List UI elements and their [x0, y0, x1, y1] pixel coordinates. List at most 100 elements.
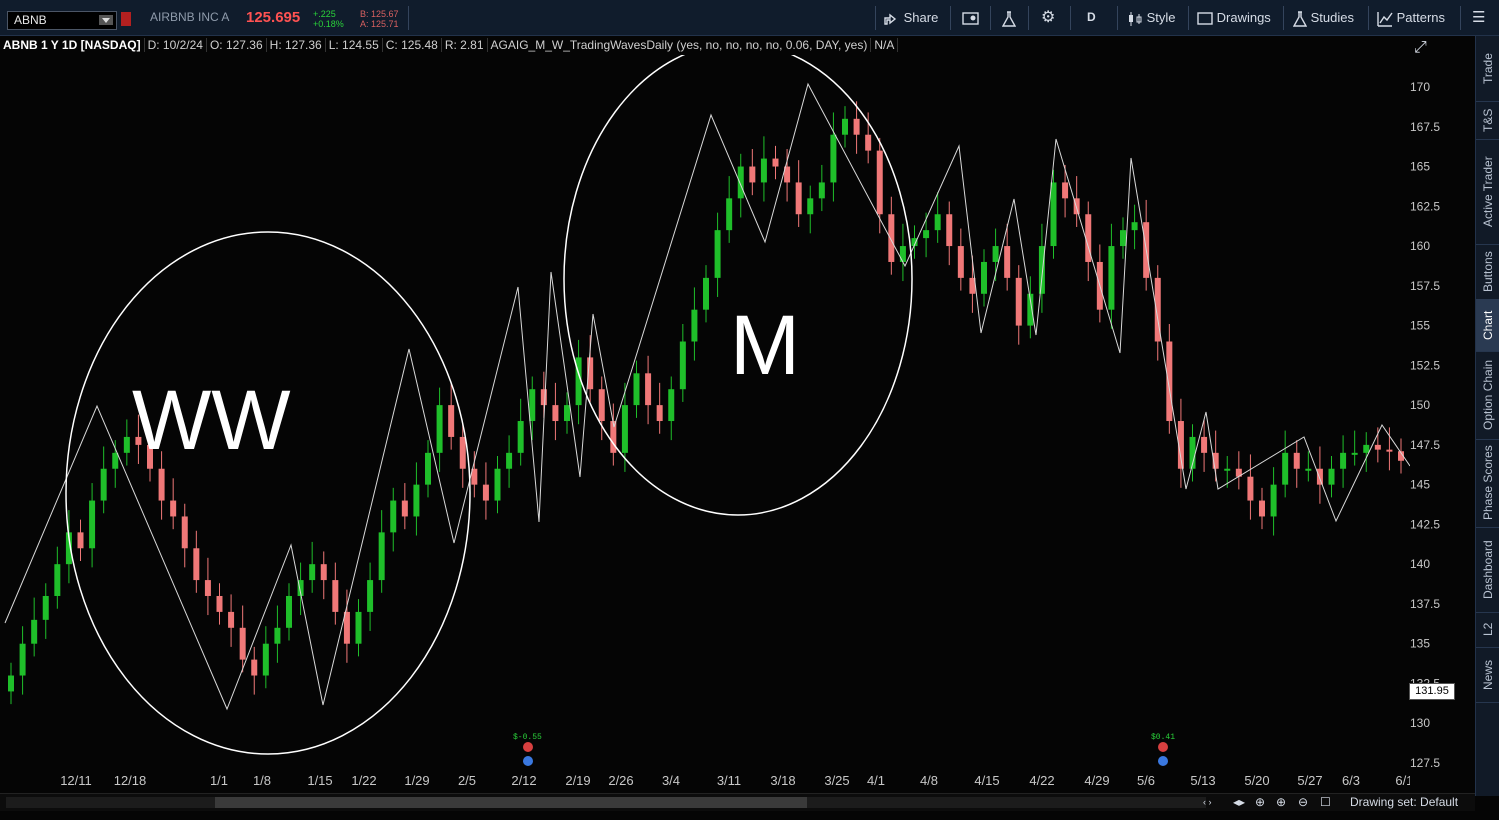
dividend-marker[interactable]: $-0.55 — [513, 733, 542, 766]
aggregation-selector[interactable]: D — [1087, 0, 1096, 35]
candle-body — [517, 421, 524, 453]
gear-icon[interactable]: ⚙ — [1041, 0, 1055, 35]
x-tick-label: 5/6 — [1137, 773, 1155, 788]
patterns-menu[interactable]: Patterns — [1377, 0, 1445, 35]
candle-body — [42, 595, 49, 620]
studies-menu[interactable]: Studies — [1292, 0, 1354, 35]
chevron-down-icon[interactable] — [99, 15, 113, 25]
candle-body — [703, 277, 709, 310]
ask-price: A: 125.71 — [360, 19, 399, 29]
zoom-in-icon[interactable]: ⊕ — [1276, 794, 1286, 811]
candle-body — [552, 405, 559, 422]
chart-settings-icon[interactable]: ⤢ — [1414, 38, 1427, 58]
drawings-menu[interactable]: Drawings — [1197, 0, 1271, 35]
drawings-label: Drawings — [1216, 10, 1271, 25]
chart-title: ABNB 1 Y 1D [NASDAQ] — [0, 38, 145, 52]
sidebar-tab-dashboard[interactable]: Dashboard — [1476, 527, 1499, 613]
link-color-icon[interactable] — [121, 12, 131, 26]
y-tick-label: 162.5 — [1410, 199, 1440, 213]
scrollbar-thumb[interactable] — [215, 797, 807, 808]
sidebar-tab-phase-scores[interactable]: Phase Scores — [1476, 439, 1499, 528]
candle-body — [1062, 182, 1069, 199]
m-label: M — [730, 298, 800, 392]
patterns-label: Patterns — [1396, 10, 1446, 25]
x-tick-label: 3/25 — [824, 773, 849, 788]
y-tick-label: 135 — [1410, 637, 1430, 651]
candle-body — [1351, 452, 1358, 455]
drawings-icon — [1197, 11, 1213, 25]
share-button[interactable]: Share — [884, 0, 938, 35]
symbol-selector[interactable]: ABNB — [7, 11, 117, 30]
toolbar-divider — [1028, 6, 1029, 30]
zoom-out-icon[interactable]: ⊖ — [1298, 794, 1308, 811]
candle-body — [1201, 436, 1208, 453]
candle-body — [216, 595, 223, 612]
candle-body — [1282, 452, 1289, 485]
style-menu[interactable]: Style — [1127, 0, 1176, 35]
fit-box-icon[interactable]: ☐ — [1320, 794, 1331, 811]
sidebar-tab-option-chain[interactable]: Option Chain — [1476, 351, 1499, 440]
price-chart[interactable]: 12/11 12/18 1/1 1/8 1/15 1/22 1/29 2/5 2/12 2/19 2… — [0, 36, 1410, 796]
toolbar-divider — [1460, 6, 1461, 30]
sidebar-tab-t-s[interactable]: T&S — [1476, 101, 1499, 140]
grid-layout-button[interactable] — [962, 0, 980, 35]
x-tick-label: 1/8 — [253, 773, 271, 788]
flask-button[interactable] — [1001, 0, 1017, 35]
sidebar-tab-buttons[interactable]: Buttons — [1476, 244, 1499, 300]
candle-body — [760, 158, 767, 183]
candle-body — [100, 468, 107, 501]
y-tick-label: 137.5 — [1410, 597, 1440, 611]
candle-body — [564, 405, 570, 422]
x-tick-label: 1/22 — [351, 773, 376, 788]
candle-body — [1004, 246, 1011, 278]
candle-body — [679, 341, 686, 390]
ww-label: WW — [132, 373, 291, 467]
bid-price: B: 125.67 — [360, 9, 399, 19]
info-high: H: 127.36 — [266, 38, 326, 52]
flask-icon — [1292, 10, 1308, 27]
x-tick-label: 3/18 — [770, 773, 795, 788]
toolbar-divider — [1070, 6, 1071, 30]
y-tick-label: 157.5 — [1410, 279, 1440, 293]
x-tick-label: 4/15 — [974, 773, 999, 788]
scroll-arrows-icon[interactable]: ‹ › — [1203, 794, 1212, 811]
sidebar-tab-trade[interactable]: Trade — [1476, 36, 1499, 102]
x-tick-label: 6/10 — [1395, 773, 1410, 788]
dividend-text: $-0.55 — [513, 733, 542, 742]
menu-icon[interactable]: ☰ — [1472, 0, 1485, 35]
candle-body — [865, 134, 872, 151]
sidebar-tab-news[interactable]: News — [1476, 647, 1499, 703]
candle-body — [1050, 182, 1057, 247]
y-tick-label: 130 — [1410, 716, 1430, 730]
sidebar-tab-active-trader[interactable]: Active Trader — [1476, 139, 1499, 245]
candle-body — [378, 532, 385, 581]
candle-body — [1015, 277, 1022, 326]
candle-body — [1120, 230, 1126, 247]
candle-body — [251, 659, 258, 676]
share-icon — [884, 13, 897, 25]
candle-body — [31, 619, 38, 644]
candle-body — [1247, 476, 1254, 501]
price-axis[interactable]: 170 167.5 165 162.5 160 157.5 155 152.5 150 147.5… — [1410, 36, 1474, 796]
top-toolbar: ABNB AIRBNB INC A 125.695 +.225 +0.18% B… — [0, 0, 1499, 36]
toolbar-divider — [1368, 6, 1369, 30]
candle-body — [645, 373, 652, 406]
w-pattern-circle — [65, 231, 471, 755]
candle-body — [1270, 484, 1277, 517]
x-tick-label: 2/5 — [458, 773, 476, 788]
candle-body — [320, 564, 327, 581]
candle-body — [540, 389, 547, 406]
candle-body — [401, 500, 408, 517]
pan-icon[interactable]: ◂▸ — [1233, 794, 1245, 811]
candle-body — [204, 580, 211, 596]
sidebar-tab-chart[interactable]: Chart — [1476, 299, 1499, 352]
x-tick-label: 4/8 — [920, 773, 938, 788]
candle-body — [181, 516, 188, 549]
info-study[interactable]: AGAIG_M_W_TradingWavesDaily (yes, no, no… — [487, 38, 872, 52]
dividend-marker[interactable]: $0.41 — [1151, 733, 1175, 766]
candle-body — [413, 484, 420, 517]
drawing-set-label[interactable]: Drawing set: Default — [1350, 794, 1458, 811]
x-tick-label: 5/13 — [1190, 773, 1215, 788]
sidebar-tab-l2[interactable]: L2 — [1476, 612, 1499, 648]
crosshair-icon[interactable]: ⊕ — [1255, 794, 1265, 811]
